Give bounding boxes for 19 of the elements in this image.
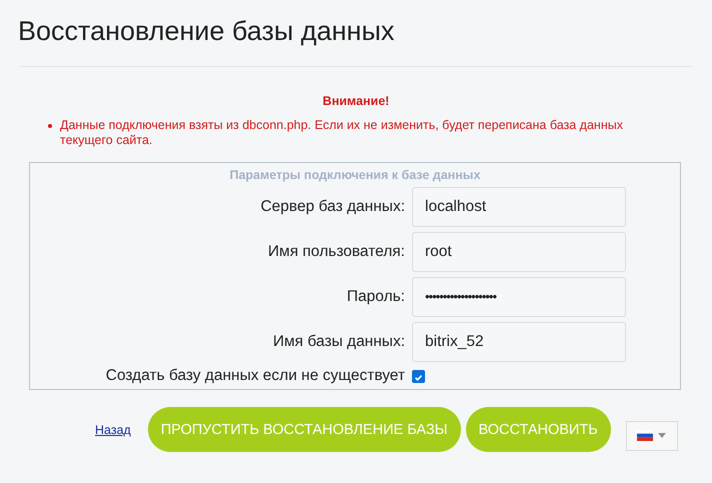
- input-field[interactable]: bitrix_52: [412, 322, 626, 362]
- language-select[interactable]: [626, 420, 678, 450]
- warning-heading: Внимание!: [322, 94, 390, 108]
- field-label: Пароль:: [346, 288, 406, 306]
- caret-icon: [658, 433, 666, 438]
- bullet-icon: [48, 124, 52, 128]
- flag-icon: [637, 430, 654, 441]
- password-field[interactable]: ••••••••••••••••••••: [412, 277, 626, 317]
- input-field[interactable]: localhost: [412, 187, 626, 227]
- checkbox-label: Создать базу данных если не существует: [104, 367, 406, 385]
- warning-text: Данные подключения взяты из dbconn.php. Если их не изменить, будет переписана база данных текущего сайта.: [60, 118, 624, 148]
- field-label: Имя пользователя:: [267, 243, 406, 261]
- field-label: Сервер баз данных:: [260, 198, 406, 216]
- field-label: Имя базы данных:: [272, 333, 406, 351]
- checkbox[interactable]: [412, 370, 425, 382]
- page-title: Восстановление базы данных: [18, 15, 396, 48]
- panel-heading: Параметры подключения к базе данных: [228, 168, 482, 182]
- input-field[interactable]: root: [412, 232, 626, 272]
- back-link[interactable]: Назад: [95, 422, 131, 436]
